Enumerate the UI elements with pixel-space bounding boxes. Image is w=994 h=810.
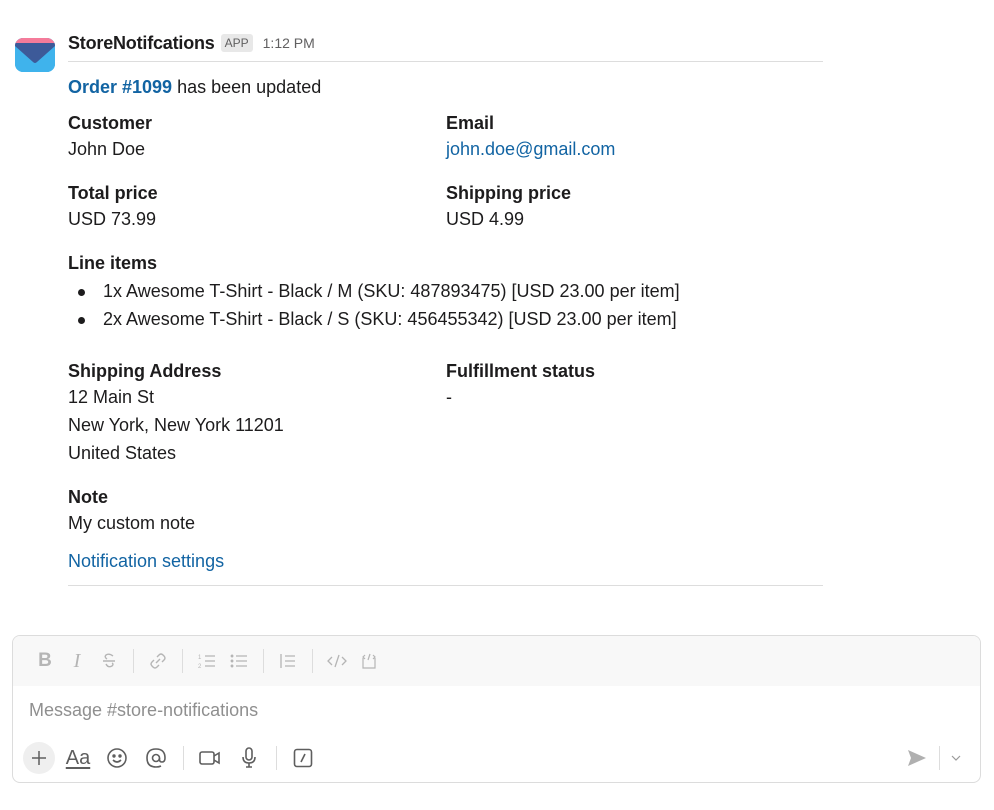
- italic-icon: I: [73, 649, 81, 672]
- notification-settings-link[interactable]: Notification settings: [68, 551, 224, 571]
- shipping-fields: Shipping Address 12 Main St New York, Ne…: [68, 359, 823, 467]
- note-section: Note My custom note: [68, 485, 823, 537]
- blockquote-button[interactable]: [272, 647, 304, 675]
- timestamp[interactable]: 1:12 PM: [263, 35, 315, 51]
- formatting-toolbar: B I 12: [13, 636, 980, 686]
- field-shipping-price: Shipping price USD 4.99: [446, 181, 823, 233]
- field-value: USD 73.99: [68, 209, 157, 229]
- actions-divider: [276, 746, 277, 770]
- svg-text:2: 2: [198, 664, 202, 669]
- bulleted-list-icon: [230, 654, 247, 668]
- send-options-button[interactable]: [946, 742, 966, 774]
- italic-button[interactable]: I: [61, 647, 93, 675]
- field-label: Shipping price: [446, 183, 572, 203]
- message-body: StoreNotifcations APP 1:12 PM Order #109…: [68, 30, 823, 586]
- field-total-price: Total price USD 73.99: [68, 181, 446, 233]
- send-button[interactable]: [901, 742, 933, 774]
- svg-text:1: 1: [198, 655, 202, 661]
- app-badge: APP: [220, 34, 253, 52]
- strikethrough-icon: [103, 653, 115, 668]
- field-label: Fulfillment status: [446, 361, 596, 381]
- field-fulfillment-status: Fulfillment status -: [446, 359, 823, 467]
- slash-command-icon: [293, 748, 313, 768]
- toolbar-divider: [263, 649, 264, 673]
- emoji-button[interactable]: [101, 742, 133, 774]
- send-divider: [939, 746, 940, 770]
- line-items-label: Line items: [68, 253, 158, 273]
- chevron-down-icon: [951, 755, 961, 761]
- sender-name[interactable]: StoreNotifcations: [68, 33, 215, 54]
- address-line: 12 Main St: [68, 387, 155, 407]
- toolbar-divider: [182, 649, 183, 673]
- field-label: Customer: [68, 113, 153, 133]
- field-label: Email: [446, 113, 495, 133]
- attach-button[interactable]: [23, 742, 55, 774]
- shortcuts-button[interactable]: [287, 742, 319, 774]
- app-avatar-envelope-icon[interactable]: [15, 38, 55, 72]
- field-value: John Doe: [68, 139, 146, 159]
- address-line: New York, New York 11201: [68, 415, 284, 435]
- message-input-area: [13, 686, 980, 734]
- video-camera-icon: [199, 751, 220, 765]
- link-icon: [150, 653, 166, 669]
- actions-divider: [183, 746, 184, 770]
- line-item: 2x Awesome T-Shirt - Black / S (SKU: 456…: [68, 305, 823, 333]
- microphone-icon: [242, 747, 256, 768]
- link-button[interactable]: [142, 647, 174, 675]
- message-title: Order #1099 has been updated: [68, 75, 823, 99]
- code-icon: [327, 654, 347, 668]
- send-group: [901, 742, 966, 774]
- order-fields: Customer John Doe Email john.doe@gmail.c…: [68, 111, 823, 233]
- text-format-button[interactable]: Aa: [62, 742, 94, 774]
- field-value: -: [446, 387, 452, 407]
- bold-button[interactable]: B: [29, 647, 61, 675]
- code-block-button[interactable]: [353, 647, 385, 675]
- line-item: 1x Awesome T-Shirt - Black / M (SKU: 487…: [68, 277, 823, 305]
- order-link[interactable]: Order #1099: [68, 77, 172, 97]
- message-composer: B I 12 Aa: [12, 635, 981, 783]
- bold-icon: B: [38, 650, 52, 671]
- toolbar-divider: [312, 649, 313, 673]
- message-input[interactable]: [29, 699, 929, 721]
- email-link[interactable]: john.doe@gmail.com: [446, 139, 615, 159]
- send-icon: [908, 750, 926, 766]
- code-block-icon: [362, 653, 376, 669]
- blockquote-icon: [280, 654, 295, 668]
- plus-icon: [32, 751, 46, 765]
- text-format-icon: Aa: [65, 746, 91, 769]
- field-label: Shipping Address: [68, 361, 222, 381]
- address-line: United States: [68, 443, 177, 463]
- toolbar-divider: [133, 649, 134, 673]
- audio-button[interactable]: [233, 742, 265, 774]
- strikethrough-button[interactable]: [93, 647, 125, 675]
- note-label: Note: [68, 487, 108, 507]
- field-value: USD 4.99: [446, 209, 525, 229]
- at-sign-icon: [146, 748, 166, 768]
- line-items-list: 1x Awesome T-Shirt - Black / M (SKU: 487…: [68, 277, 823, 333]
- field-customer: Customer John Doe: [68, 111, 446, 163]
- header-divider: [68, 61, 823, 62]
- field-label: Total price: [68, 183, 158, 203]
- emoji-icon: [107, 748, 127, 768]
- field-shipping-address: Shipping Address 12 Main St New York, Ne…: [68, 359, 446, 467]
- composer-actions: Aa: [13, 734, 980, 782]
- note-value: My custom note: [68, 513, 196, 533]
- code-button[interactable]: [321, 647, 353, 675]
- mention-button[interactable]: [140, 742, 172, 774]
- line-items-section: Line items 1x Awesome T-Shirt - Black / …: [68, 251, 823, 333]
- bulleted-list-button[interactable]: [223, 647, 255, 675]
- ordered-list-icon: 12: [198, 655, 215, 669]
- message-header: StoreNotifcations APP 1:12 PM: [68, 30, 823, 56]
- field-email: Email john.doe@gmail.com: [446, 111, 823, 163]
- footer-divider: [68, 585, 823, 586]
- ordered-list-button[interactable]: 12: [191, 647, 223, 675]
- video-button[interactable]: [194, 742, 226, 774]
- title-text: has been updated: [172, 77, 322, 97]
